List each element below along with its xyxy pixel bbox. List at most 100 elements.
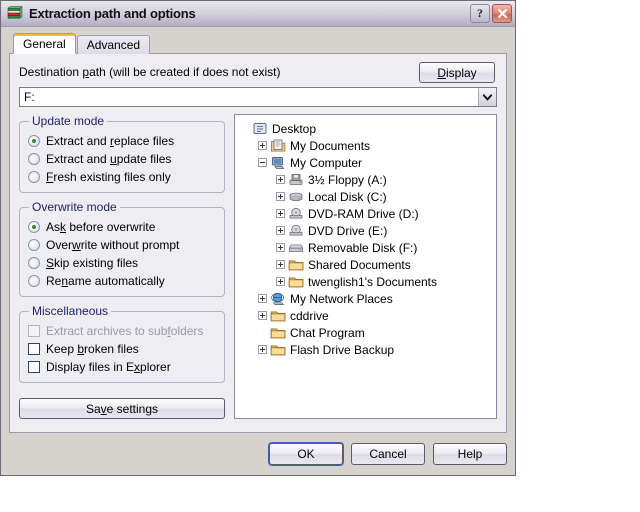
radio-icon xyxy=(28,239,40,251)
cancel-button-label: Cancel xyxy=(369,447,407,461)
tree-expander-plus-icon[interactable] xyxy=(258,311,267,320)
folder-icon xyxy=(270,309,290,323)
options-left-column: Update mode Extract and replace files Ex… xyxy=(19,114,225,419)
help-button-label: Help xyxy=(457,447,483,461)
tree-item[interactable]: My Documents xyxy=(240,137,493,154)
option-label: Overwrite without prompt xyxy=(46,238,180,252)
floppy-drive-icon xyxy=(288,173,308,187)
option-label: Extract archives to subfolders xyxy=(46,324,204,338)
destination-path-label: Destination path (will be created if doe… xyxy=(19,62,281,79)
tab-advanced-label: Advanced xyxy=(86,38,141,52)
radio-icon xyxy=(28,153,40,165)
tree-item[interactable]: 3½ Floppy (A:) xyxy=(240,171,493,188)
radio-ask-before-overwrite[interactable]: Ask before overwrite xyxy=(28,218,218,236)
radio-overwrite-without-prompt[interactable]: Overwrite without prompt xyxy=(28,236,218,254)
option-label: Keep broken files xyxy=(46,342,139,356)
tree-expander-plus-icon[interactable] xyxy=(276,226,285,235)
folder-icon xyxy=(288,258,308,272)
optical-drive-icon xyxy=(288,207,308,221)
tree-expander-plus-icon[interactable] xyxy=(276,277,285,286)
radio-fresh-existing-files-only[interactable]: Fresh existing files only xyxy=(28,168,218,186)
checkbox-display-files-in-explorer[interactable]: Display files in Explorer xyxy=(28,358,218,376)
tree-item[interactable]: Removable Disk (F:) xyxy=(240,239,493,256)
tree-item[interactable]: Desktop xyxy=(240,120,493,137)
radio-extract-and-update-files[interactable]: Extract and update files xyxy=(28,150,218,168)
optical-drive-icon xyxy=(288,224,308,238)
radio-icon xyxy=(28,171,40,183)
close-icon xyxy=(497,8,507,19)
tree-expander-spacer xyxy=(240,124,249,133)
ok-button[interactable]: OK xyxy=(269,443,343,465)
tree-item[interactable]: DVD-RAM Drive (D:) xyxy=(240,205,493,222)
tree-item[interactable]: Local Disk (C:) xyxy=(240,188,493,205)
option-label: Ask before overwrite xyxy=(46,220,156,234)
tree-item[interactable]: My Network Places xyxy=(240,290,493,307)
dest-label-pre: Destination xyxy=(19,65,83,79)
help-button[interactable]: Help xyxy=(433,443,507,465)
chevron-down-icon[interactable] xyxy=(478,88,496,106)
destination-path-input[interactable]: F: xyxy=(20,88,478,106)
tree-item[interactable]: Shared Documents xyxy=(240,256,493,273)
tab-general-label: General xyxy=(23,36,66,51)
destination-path-combobox[interactable]: F: xyxy=(19,87,497,107)
option-label: Extract and update files xyxy=(46,152,172,166)
option-label: Fresh existing files only xyxy=(46,170,171,184)
tree-item[interactable]: Flash Drive Backup xyxy=(240,341,493,358)
tab-advanced[interactable]: Advanced xyxy=(76,35,151,54)
tree-expander-plus-icon[interactable] xyxy=(258,141,267,150)
save-button-pre: Sa xyxy=(85,401,101,416)
window-title: Extraction path and options xyxy=(29,6,196,21)
tree-item-label: DVD Drive (E:) xyxy=(308,223,388,238)
update-mode-group: Update mode Extract and replace files Ex… xyxy=(19,114,225,193)
tab-general[interactable]: General xyxy=(13,33,76,54)
folder-icon xyxy=(270,326,290,340)
checkbox-keep-broken-files[interactable]: Keep broken files xyxy=(28,340,218,358)
tree-item-label: Flash Drive Backup xyxy=(290,342,395,357)
options-right-column: Desktop My Documents My Computer 3½ Floppy … xyxy=(234,114,497,419)
folder-tree[interactable]: Desktop My Documents My Computer 3½ Floppy … xyxy=(234,114,497,419)
tree-item-label: 3½ Floppy (A:) xyxy=(308,172,387,187)
tree-expander-plus-icon[interactable] xyxy=(276,243,285,252)
tree-expander-spacer xyxy=(258,328,267,337)
tree-expander-plus-icon[interactable] xyxy=(276,209,285,218)
close-button[interactable] xyxy=(492,4,512,23)
option-label: Rename automatically xyxy=(46,274,165,288)
hard-disk-icon xyxy=(288,190,308,204)
save-settings-button[interactable]: Sa v e settings xyxy=(19,398,225,419)
cancel-button[interactable]: Cancel xyxy=(351,443,425,465)
radio-extract-and-replace-files[interactable]: Extract and replace files xyxy=(28,132,218,150)
radio-icon xyxy=(28,257,40,269)
checkbox-extract-archives-to-subfolders: Extract archives to subfolders xyxy=(28,322,218,340)
option-label: Display files in Explorer xyxy=(46,360,171,374)
tree-expander-minus-icon[interactable] xyxy=(258,158,267,167)
tree-item[interactable]: cddrive xyxy=(240,307,493,324)
tree-item-label: My Documents xyxy=(290,138,371,153)
tree-expander-plus-icon[interactable] xyxy=(258,294,267,303)
help-titlebar-button[interactable]: ? xyxy=(470,4,490,23)
general-tab-panel: Destination path (will be created if doe… xyxy=(9,53,507,433)
miscellaneous-group: Miscellaneous Extract archives to subfol… xyxy=(19,304,225,383)
ok-button-label: OK xyxy=(297,447,315,461)
tree-item[interactable]: Chat Program xyxy=(240,324,493,341)
tree-expander-plus-icon[interactable] xyxy=(276,260,285,269)
tree-item-label: Shared Documents xyxy=(308,257,411,272)
tree-item[interactable]: DVD Drive (E:) xyxy=(240,222,493,239)
tree-item-label: Removable Disk (F:) xyxy=(308,240,418,255)
books-icon xyxy=(6,5,23,22)
tree-item-label: Desktop xyxy=(272,121,317,136)
display-button[interactable]: Display xyxy=(419,62,495,83)
radio-skip-existing-files[interactable]: Skip existing files xyxy=(28,254,218,272)
folder-icon xyxy=(288,275,308,289)
radio-rename-automatically[interactable]: Rename automatically xyxy=(28,272,218,290)
tree-expander-plus-icon[interactable] xyxy=(276,175,285,184)
checkbox-icon xyxy=(28,343,40,355)
tree-item[interactable]: My Computer xyxy=(240,154,493,171)
tree-item-label: Local Disk (C:) xyxy=(308,189,387,204)
tree-item[interactable]: twenglish1's Documents xyxy=(240,273,493,290)
overwrite-mode-legend: Overwrite mode xyxy=(32,200,117,214)
dialog-button-bar: OK Cancel Help xyxy=(9,441,507,467)
tree-expander-plus-icon[interactable] xyxy=(258,345,267,354)
dest-label-post: ath (will be created if does not exist) xyxy=(89,65,281,79)
tree-expander-plus-icon[interactable] xyxy=(276,192,285,201)
tree-item-label: Chat Program xyxy=(290,325,365,340)
